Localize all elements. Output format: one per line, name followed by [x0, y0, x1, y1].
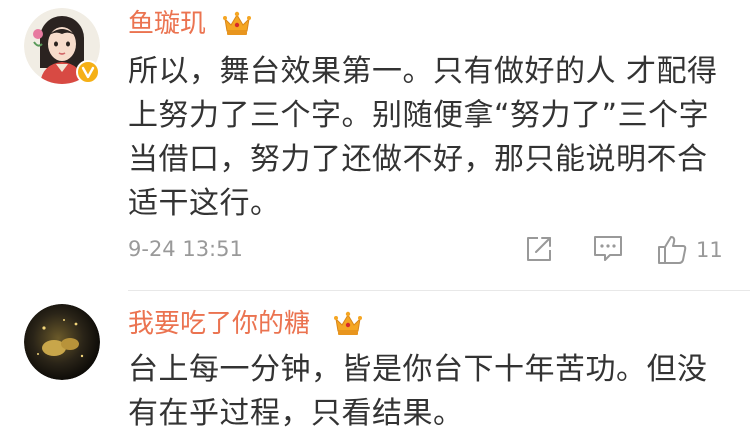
reply-button[interactable] — [592, 232, 624, 268]
avatar[interactable] — [24, 304, 100, 380]
comment-item: 我要吃了你的糖 台上每一分钟，皆是你台下十年苦功。但没 有在乎过程，只看结果。 — [0, 292, 750, 439]
comment-text-line: 当借口，努力了还做不好，那只能说明不合 — [128, 142, 708, 177]
share-icon — [527, 237, 551, 261]
username[interactable]: 我要吃了你的糖 — [128, 308, 310, 340]
like-count: 11 — [696, 238, 723, 262]
verified-v-icon — [76, 60, 100, 84]
comment-text: 台上每一分钟，皆是你台下十年苦功。但没 有在乎过程，只看结果。 — [128, 348, 728, 436]
comment-text-line: 有在乎过程，只看结果。 — [128, 396, 464, 431]
crown-icon — [333, 310, 363, 338]
comment-item: 鱼璇玑 所以，舞台效果第一。只有做好的人 才配得 上努力了三个字。别随便拿“努力… — [0, 0, 750, 290]
comment-icon — [594, 236, 622, 261]
thumbs-up-icon — [658, 236, 687, 264]
username[interactable]: 鱼璇玑 — [128, 8, 206, 40]
share-button[interactable] — [524, 232, 554, 268]
comment-text: 所以，舞台效果第一。只有做好的人 才配得 上努力了三个字。别随便拿“努力了”三个… — [128, 50, 728, 226]
comment-text-line: 适干这行。 — [128, 186, 281, 221]
comment-text-line: 台上每一分钟，皆是你台下十年苦功。但没 — [128, 352, 708, 387]
timestamp: 9-24 13:51 — [128, 237, 243, 261]
divider — [128, 290, 750, 291]
like-button[interactable]: 11 — [656, 232, 736, 268]
comment-text-line: 所以，舞台效果第一。只有做好的人 才配得 — [128, 54, 718, 89]
crown-icon — [222, 10, 252, 38]
comment-text-line: 上努力了三个字。别随便拿“努力了”三个字 — [128, 98, 710, 133]
